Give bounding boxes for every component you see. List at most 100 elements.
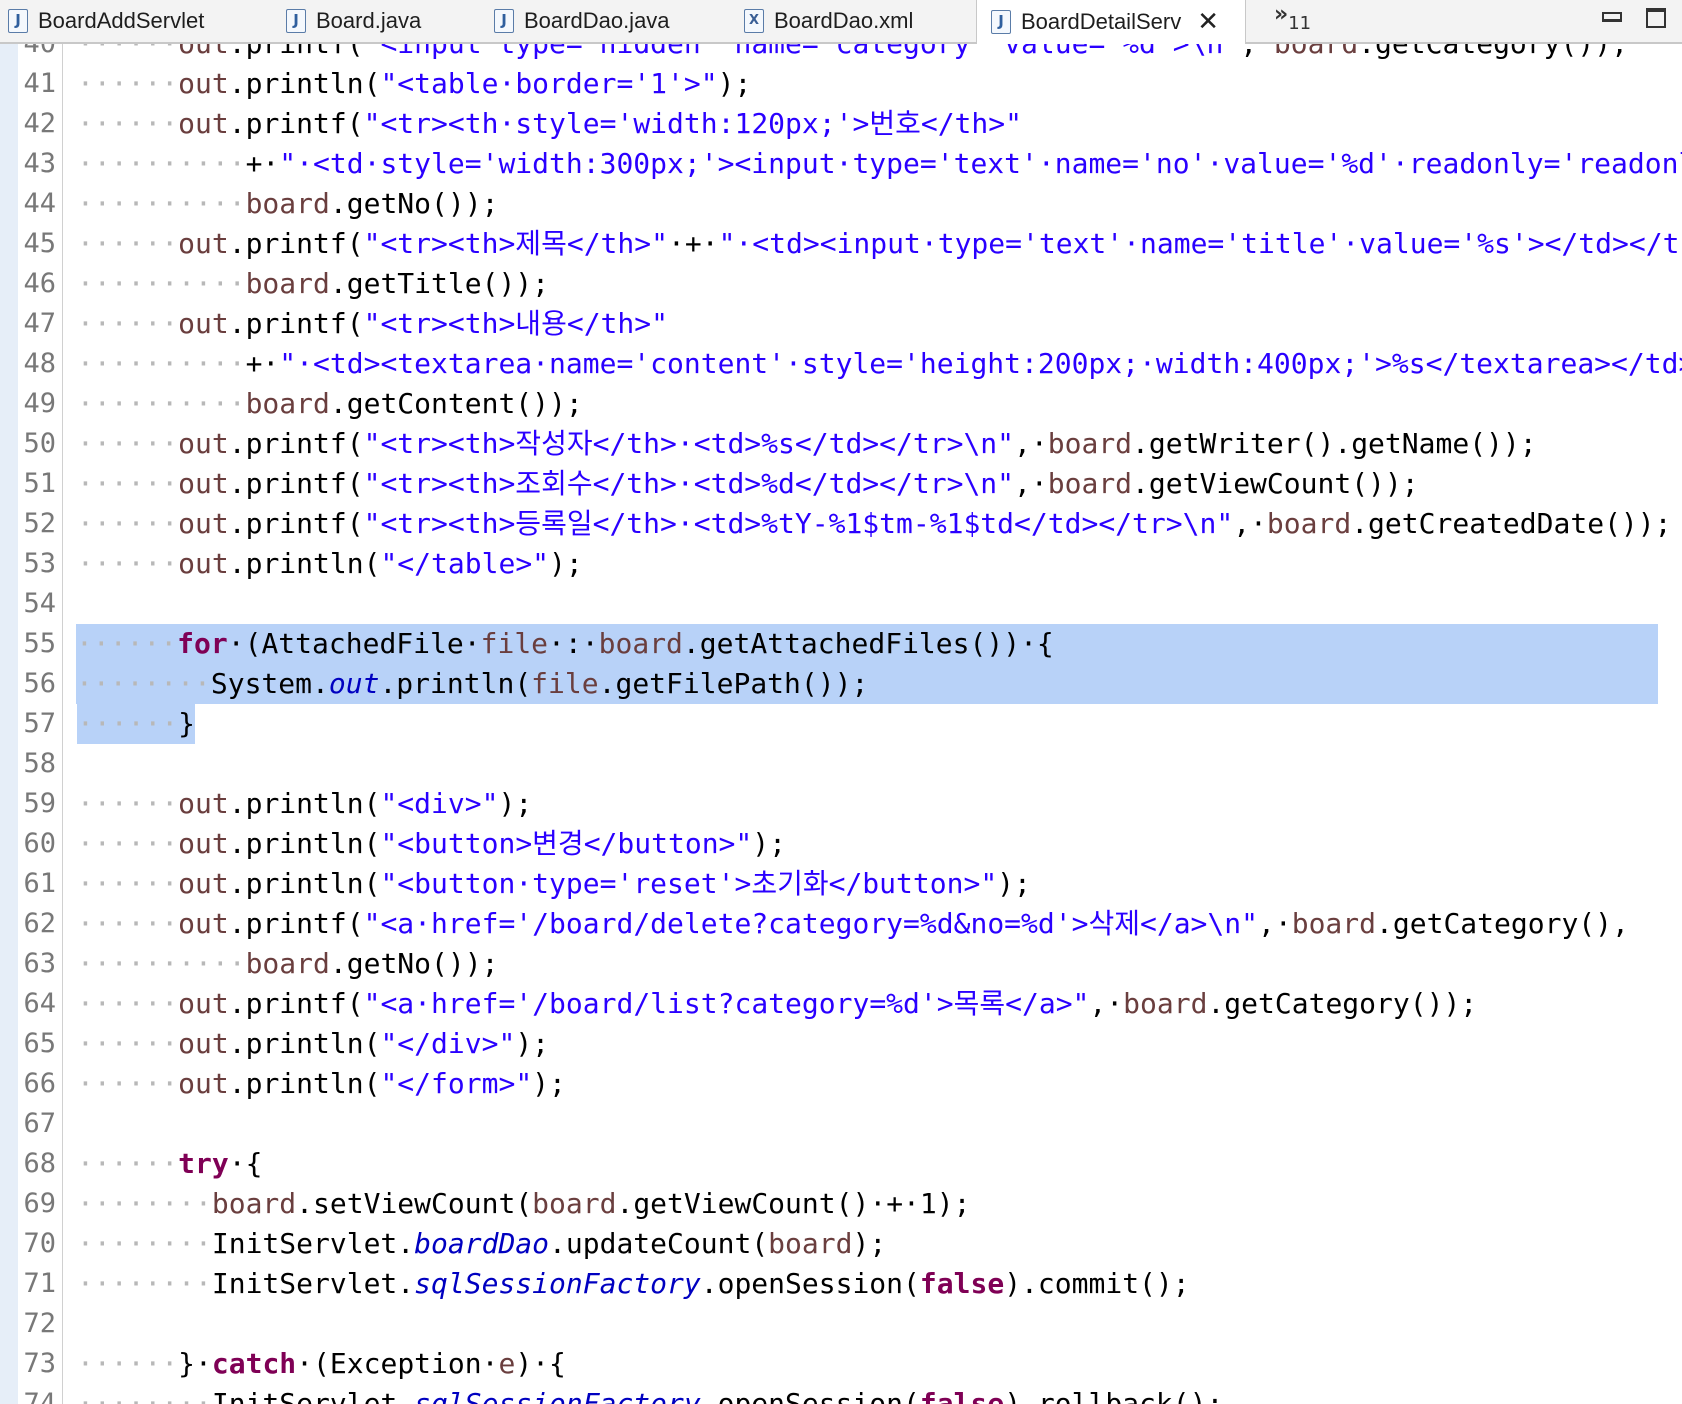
code-text[interactable]: ··········+·"·<td·style='width:300px;'><… [77,144,1682,184]
code-line[interactable]: 59 ······out.println("<div>"); [0,784,1682,824]
code-token-pl: ,· [1258,907,1292,940]
tab-label: Board.java [316,8,422,33]
code-text[interactable]: ··········board.getContent()); [77,384,583,424]
code-text[interactable]: ······for·(AttachedFile·file·:·board.get… [76,624,1658,664]
code-token-var: out [178,1067,229,1100]
code-text[interactable]: ······out.println("<table·border='1'>"); [77,64,751,104]
maximize-icon[interactable] [1646,8,1666,28]
code-text[interactable]: ······out.printf("<a·href='/board/delete… [77,904,1629,944]
tab-boarddao-java[interactable]: J BoardDao.java [494,0,670,42]
code-text[interactable]: ········board.setViewCount(board.getView… [77,1184,970,1224]
code-line[interactable]: 46 ··········board.getTitle()); [0,264,1682,304]
code-line[interactable]: 57 ······} [0,704,1682,744]
minimize-icon[interactable] [1602,12,1622,22]
code-line[interactable]: 43 ··········+·"·<td·style='width:300px;'… [0,144,1682,184]
code-text[interactable]: ······out.println("<button>변경</button>")… [77,824,786,864]
code-line[interactable]: 40 ······out.printf("<input type='hidden'… [0,44,1682,64]
code-text[interactable]: ··········board.getNo()); [77,944,498,984]
code-line[interactable]: 45 ······out.printf("<tr><th>제목</th>"·+·"… [0,224,1682,264]
code-text[interactable]: ··········board.getNo()); [77,184,498,224]
line-number: 68 [23,1148,56,1179]
code-line[interactable]: 50 ······out.printf("<tr><th>작성자</th>·<td… [0,424,1682,464]
code-token-ws: ········ [76,667,211,700]
tab-overflow-button[interactable]: »11 [1274,2,1311,34]
code-text[interactable]: ······out.println("</table>"); [77,544,583,584]
code-line[interactable]: 55 ······for·(AttachedFile·file·:·board.g… [0,624,1682,664]
code-token-pl: .printf( [228,507,364,540]
code-text[interactable]: ······out.println("</div>"); [77,1024,549,1064]
code-line[interactable]: 71 ········InitServlet.sqlSessionFactory.… [0,1264,1682,1304]
code-line[interactable]: 72 [0,1304,1682,1344]
code-line[interactable]: 68 ······try·{ [0,1144,1682,1184]
code-text[interactable]: ······out.printf("<a·href='/board/list?c… [77,984,1477,1024]
code-line[interactable]: 51 ······out.printf("<tr><th>조회수</th>·<td… [0,464,1682,504]
tab-boarddetailservlet[interactable]: J BoardDetailServ ✕ [976,0,1246,44]
code-token-pl: .openSession( [700,1267,920,1300]
code-line[interactable]: 47 ······out.printf("<tr><th>내용</th>" [0,304,1682,344]
code-line[interactable]: 61 ······out.println("<button·type='reset… [0,864,1682,904]
code-text[interactable]: ······}·catch·(Exception·e)·{ [77,1344,566,1384]
code-text[interactable]: ······out.printf("<tr><th>제목</th>"·+·"·<… [77,224,1682,264]
code-line[interactable]: 69 ········board.setViewCount(board.getVi… [0,1184,1682,1224]
code-line[interactable]: 52 ······out.printf("<tr><th>등록일</th>·<td… [0,504,1682,544]
code-text[interactable]: ······out.println("<button·type='reset'>… [77,864,1031,904]
code-text[interactable]: ······out.printf("<tr><th>등록일</th>·<td>%… [77,504,1672,544]
code-token-str: "</table>" [380,547,550,580]
code-text[interactable]: ······out.printf("<tr><th>내용</th>" [77,304,668,344]
code-text[interactable]: ······out.println("<div>"); [77,784,532,824]
code-text[interactable]: ··········+·"·<td><textarea·name='conten… [77,344,1682,384]
code-text[interactable]: ········InitServlet.sqlSessionFactory.op… [77,1264,1190,1304]
code-line[interactable]: 74 ········InitServlet.sqlSessionFactory.… [0,1384,1682,1404]
close-icon[interactable]: ✕ [1197,7,1219,37]
line-number: 58 [23,748,56,779]
tab-boardaddservlet[interactable]: J BoardAddServlet [8,0,204,42]
code-token-str: "</form>" [380,1067,533,1100]
code-token-pl: .setViewCount( [296,1187,533,1220]
code-token-pl: ·{ [228,1147,263,1180]
code-token-var: board [1047,427,1133,460]
code-text[interactable]: ······} [77,704,196,744]
code-text[interactable]: ········InitServlet.sqlSessionFactory.op… [77,1384,1223,1404]
code-text[interactable]: ········System.out.println(file.getFileP… [76,664,1658,704]
code-text[interactable]: ······out.printf("<tr><th·style='width:1… [77,104,1022,144]
code-line[interactable]: 70 ········InitServlet.boardDao.updateCou… [0,1224,1682,1264]
code-text[interactable]: ······out.printf("<input type='hidden' n… [77,44,1628,64]
code-line[interactable]: 62 ······out.printf("<a·href='/board/dele… [0,904,1682,944]
code-line[interactable]: 42 ······out.printf("<tr><th·style='width… [0,104,1682,144]
code-line[interactable]: 58 [0,744,1682,784]
code-line[interactable]: 41 ······out.println("<table·border='1'>"… [0,64,1682,104]
code-line[interactable]: 73 ······}·catch·(Exception·e)·{ [0,1344,1682,1384]
code-text[interactable]: ······out.printf("<tr><th>조회수</th>·<td>%… [77,464,1419,504]
code-line[interactable]: 64 ······out.printf("<a·href='/board/list… [0,984,1682,1024]
code-line[interactable]: 48 ··········+·"·<td><textarea·name='cont… [0,344,1682,384]
code-editor[interactable]: 40 ······out.printf("<input type='hidden'… [0,44,1682,1404]
line-number: 63 [23,948,56,979]
code-text[interactable]: ······out.println("</form>"); [77,1064,566,1104]
line-number: 40 [20,44,56,64]
code-line[interactable]: 65 ······out.println("</div>"); [0,1024,1682,1064]
code-token-var: out [178,987,229,1020]
line-number: 59 [23,788,56,819]
code-line[interactable]: 54 [0,584,1682,624]
code-text[interactable]: ········InitServlet.boardDao.updateCount… [77,1224,886,1264]
code-text[interactable]: ······try·{ [77,1144,262,1184]
code-line[interactable]: 53 ······out.println("</table>"); [0,544,1682,584]
code-text[interactable]: ······out.printf("<tr><th>작성자</th>·<td>%… [77,424,1537,464]
tab-board-java[interactable]: J Board.java [286,0,421,42]
tab-boarddao-xml[interactable]: X BoardDao.xml [744,0,913,42]
code-line[interactable]: 66 ······out.println("</form>"); [0,1064,1682,1104]
code-line[interactable]: 44 ··········board.getNo()); [0,184,1682,224]
code-line[interactable]: 60 ······out.println("<button>변경</button>… [0,824,1682,864]
editor-tab-bar: J BoardAddServlet J Board.java J BoardDa… [0,0,1682,44]
code-token-pl: ); [997,867,1031,900]
code-line[interactable]: 67 [0,1104,1682,1144]
code-line[interactable]: 49 ··········board.getContent()); [0,384,1682,424]
code-token-ws: ······ [77,547,179,580]
code-line[interactable]: 63 ··········board.getNo()); [0,944,1682,984]
code-text[interactable]: ··········board.getTitle()); [77,264,549,304]
code-token-pl: .getViewCount()); [1132,467,1419,500]
code-token-pl: .getCategory()); [1358,44,1628,60]
line-number: 46 [23,268,56,299]
code-token-ws: ······ [77,907,179,940]
code-line[interactable]: 56 ········System.out.println(file.getFil… [0,664,1682,704]
